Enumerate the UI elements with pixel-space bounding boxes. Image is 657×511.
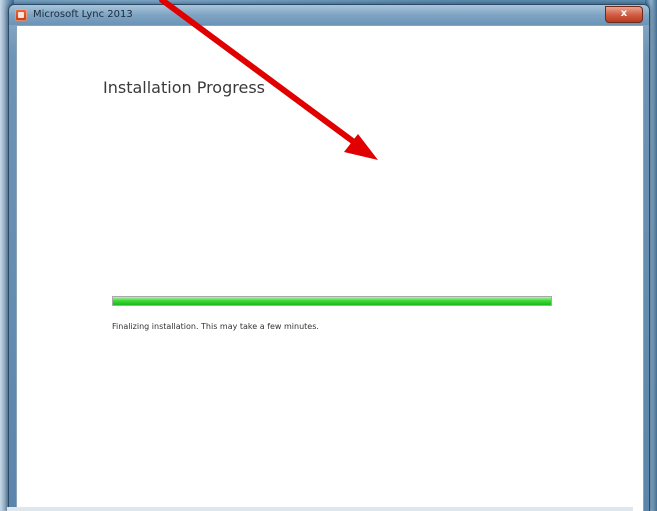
close-button[interactable]: x: [605, 6, 643, 23]
status-message: Finalizing installation. This may take a…: [112, 322, 319, 331]
desktop-background: Microsoft Lync 2013 x Installation Progr…: [0, 0, 657, 511]
installation-progress-bar: [112, 296, 552, 306]
window-title: Microsoft Lync 2013: [33, 9, 133, 20]
office-logo-icon: [15, 9, 27, 21]
window-bottom-edge: [7, 507, 633, 511]
close-icon: x: [620, 8, 628, 19]
installer-content: Installation Progress Finalizing install…: [16, 25, 644, 511]
title-bar[interactable]: Microsoft Lync 2013 x: [9, 5, 649, 25]
page-title: Installation Progress: [103, 78, 265, 97]
installer-window: Microsoft Lync 2013 x Installation Progr…: [8, 4, 650, 511]
progress-fill: [113, 297, 551, 305]
